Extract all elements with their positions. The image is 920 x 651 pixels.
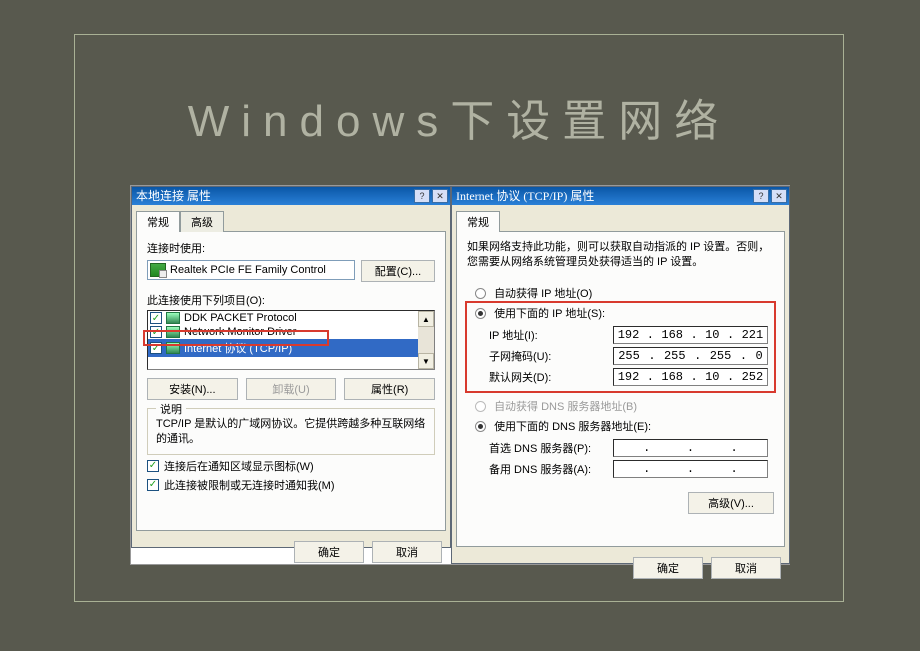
- install-button[interactable]: 安装(N)...: [147, 378, 238, 400]
- tray-label: 连接后在通知区域显示图标(W): [164, 458, 314, 474]
- tcpip-properties-dialog: Internet 协议 (TCP/IP) 属性 ? ✕ 常规 如果网络支持此功能…: [451, 186, 790, 564]
- nic-icon: [150, 263, 166, 277]
- dialog-title: Internet 协议 (TCP/IP) 属性: [456, 187, 594, 205]
- notify-label: 此连接被限制或无连接时通知我(M): [164, 477, 335, 493]
- checkbox-icon[interactable]: ✓: [150, 312, 162, 324]
- dialog-title: 本地连接 属性: [136, 187, 211, 205]
- radio-manual-dns-label: 使用下面的 DNS 服务器地址(E):: [494, 421, 651, 433]
- properties-button[interactable]: 属性(R): [344, 378, 435, 400]
- list-item[interactable]: ✓ Network Monitor Driver: [148, 325, 434, 339]
- radio-auto-dns: [475, 401, 486, 412]
- description-text: TCP/IP 是默认的广域网协议。它提供跨越多种互联网络的通讯。: [156, 417, 426, 448]
- scroll-down-icon[interactable]: ▼: [418, 353, 434, 369]
- titlebar-left: 本地连接 属性 ? ✕: [132, 187, 450, 205]
- adapter-name: Realtek PCIe FE Family Control: [170, 264, 326, 276]
- dns2-input[interactable]: . . .: [613, 460, 768, 478]
- help-icon[interactable]: ?: [414, 189, 430, 203]
- radio-manual-ip-label: 使用下面的 IP 地址(S):: [494, 308, 605, 320]
- slide-title: Windows下设置网络: [75, 85, 843, 149]
- scrollbar[interactable]: ▲ ▼: [418, 311, 434, 369]
- help-icon[interactable]: ?: [753, 189, 769, 203]
- gateway-label: 默认网关(D):: [489, 369, 551, 385]
- checkbox-tray[interactable]: ✓: [147, 460, 159, 472]
- protocol-icon: [166, 326, 180, 338]
- ok-button[interactable]: 确定: [294, 541, 364, 563]
- titlebar-right: Internet 协议 (TCP/IP) 属性 ? ✕: [452, 187, 789, 205]
- dns1-label: 首选 DNS 服务器(P):: [489, 440, 591, 456]
- ip-address-label: IP 地址(I):: [489, 327, 538, 343]
- radio-auto-ip-label: 自动获得 IP 地址(O): [494, 288, 592, 300]
- dialogs-area: 本地连接 属性 ? ✕ 常规 高级 连接时使用: Realtek PC: [130, 185, 790, 565]
- scroll-up-icon[interactable]: ▲: [418, 311, 434, 327]
- list-item-selected[interactable]: ✓ Internet 协议 (TCP/IP): [148, 339, 434, 357]
- radio-auto-dns-label: 自动获得 DNS 服务器地址(B): [494, 401, 637, 413]
- protocol-icon: [166, 312, 180, 324]
- dns1-input[interactable]: . . .: [613, 439, 768, 457]
- uninstall-button: 卸载(U): [246, 378, 337, 400]
- connect-using-label: 连接时使用:: [147, 240, 435, 256]
- ip-address-input[interactable]: 192. 168. 10. 221: [613, 326, 768, 344]
- checkbox-icon[interactable]: ✓: [150, 342, 162, 354]
- subnet-mask-input[interactable]: 255. 255. 255. 0: [613, 347, 768, 365]
- items-label: 此连接使用下列项目(O):: [147, 292, 435, 308]
- dns2-label: 备用 DNS 服务器(A):: [489, 461, 591, 477]
- configure-button[interactable]: 配置(C)...: [361, 260, 435, 282]
- advanced-button[interactable]: 高级(V)...: [688, 492, 774, 514]
- tab-advanced[interactable]: 高级: [180, 211, 224, 232]
- radio-manual-ip[interactable]: [475, 308, 486, 319]
- checkbox-icon[interactable]: ✓: [150, 326, 162, 338]
- close-icon[interactable]: ✕: [432, 189, 448, 203]
- subnet-mask-label: 子网掩码(U):: [489, 348, 551, 364]
- radio-auto-ip[interactable]: [475, 288, 486, 299]
- checkbox-notify[interactable]: ✓: [147, 479, 159, 491]
- radio-manual-dns[interactable]: [475, 421, 486, 432]
- close-icon[interactable]: ✕: [771, 189, 787, 203]
- protocol-icon: [166, 342, 180, 354]
- cancel-button[interactable]: 取消: [372, 541, 442, 563]
- list-item[interactable]: ✓ DDK PACKET Protocol: [148, 311, 434, 325]
- cancel-button[interactable]: 取消: [711, 557, 781, 579]
- ok-button[interactable]: 确定: [633, 557, 703, 579]
- tab-general[interactable]: 常规: [456, 211, 500, 232]
- local-connection-properties-dialog: 本地连接 属性 ? ✕ 常规 高级 连接时使用: Realtek PC: [131, 186, 451, 548]
- description-caption: 说明: [156, 401, 186, 417]
- intro-text: 如果网络支持此功能，则可以获取自动指派的 IP 设置。否则，您需要从网络系统管理…: [467, 240, 774, 271]
- components-listbox[interactable]: ✓ DDK PACKET Protocol ✓ Network Monitor …: [147, 310, 435, 370]
- tab-general[interactable]: 常规: [136, 211, 180, 232]
- gateway-input[interactable]: 192. 168. 10. 252: [613, 368, 768, 386]
- adapter-field: Realtek PCIe FE Family Control: [147, 260, 355, 280]
